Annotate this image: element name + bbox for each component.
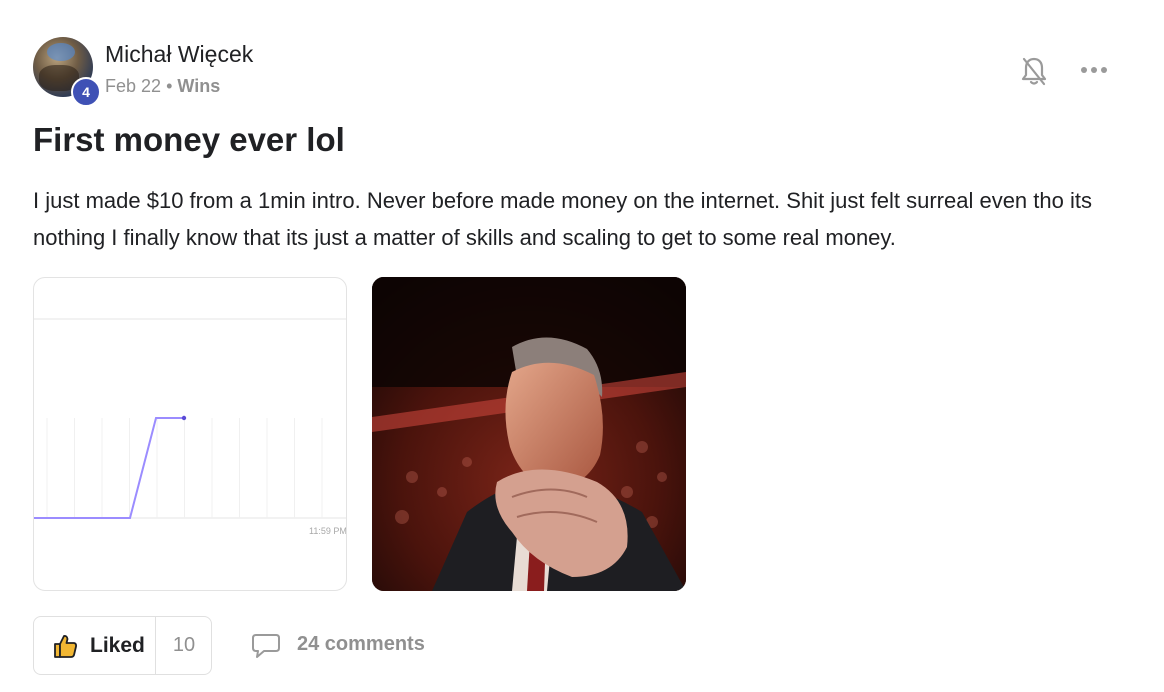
- bell-off-icon[interactable]: [1019, 55, 1049, 87]
- x-tick-label: 11:59 PM: [309, 526, 346, 536]
- level-badge: 4: [71, 77, 101, 107]
- thumbs-up-icon: [54, 635, 77, 658]
- author-name[interactable]: Michał Więcek: [105, 41, 253, 68]
- like-button-group: Liked 10: [33, 616, 212, 675]
- post-title: First money ever lol: [33, 121, 345, 158]
- attachment-chart-image[interactable]: 11:59 PM: [33, 277, 347, 591]
- attachment-gif-image[interactable]: [372, 277, 686, 591]
- meta-separator: •: [166, 76, 173, 96]
- comments-label: 24 comments: [297, 633, 425, 655]
- like-count[interactable]: 10: [156, 617, 212, 674]
- author-avatar[interactable]: 4: [33, 37, 101, 107]
- series-end-point: [181, 415, 187, 421]
- post-category[interactable]: Wins: [177, 76, 220, 96]
- post-body: I just made $10 from a 1min intro. Never…: [33, 188, 1092, 250]
- post-meta: Feb 22 • Wins: [105, 76, 220, 97]
- like-label: Liked: [90, 634, 145, 657]
- gif-photo: [372, 277, 686, 591]
- comment-bubble-icon: [252, 634, 280, 658]
- post-date: Feb 22: [105, 76, 162, 96]
- like-button[interactable]: Liked: [34, 617, 155, 674]
- earnings-line-chart: 11:59 PM: [34, 318, 346, 536]
- series-line: [34, 417, 184, 519]
- more-horizontal-icon[interactable]: [1078, 58, 1110, 82]
